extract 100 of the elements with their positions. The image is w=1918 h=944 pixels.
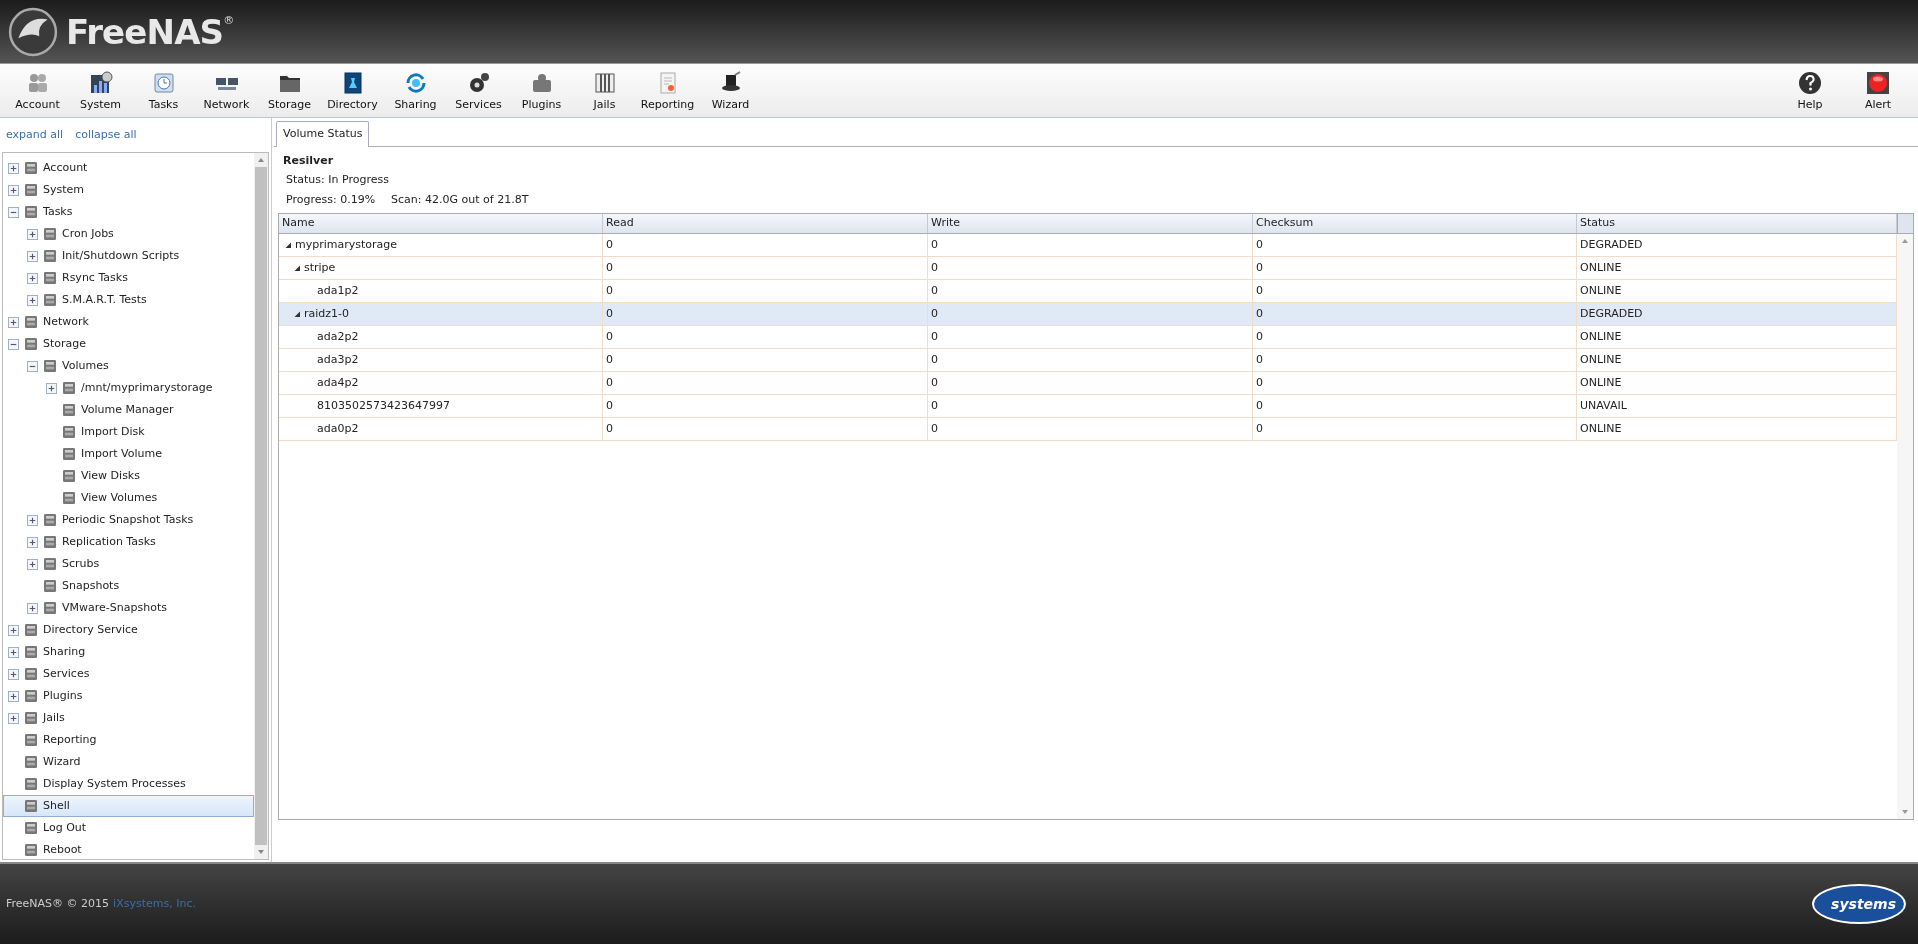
toolbar-button[interactable]: Network [195, 70, 258, 113]
tile-icon [42, 292, 58, 308]
tree-item[interactable]: Periodic Snapshot Tasks [3, 509, 254, 531]
toolbar-button[interactable]: Plugins [510, 70, 573, 113]
tree-item[interactable]: Services [3, 663, 254, 685]
triangle-down-icon [294, 311, 300, 317]
toolbar-button[interactable]: Directory [321, 70, 384, 113]
toolbar-button[interactable]: Sharing [384, 70, 447, 113]
toolbar-button[interactable]: Account [6, 70, 69, 113]
tree-item[interactable]: Import Volume [3, 443, 254, 465]
scrollbar[interactable] [254, 153, 268, 859]
tree-item[interactable]: Snapshots [3, 575, 254, 597]
column-header[interactable]: Read [603, 214, 928, 233]
tree-item[interactable]: Reporting [3, 729, 254, 751]
table-cell: 0 [928, 418, 1253, 440]
tile-icon [23, 336, 39, 352]
tree-item[interactable]: View Disks [3, 465, 254, 487]
tile-icon [42, 534, 58, 550]
section-title: Resilver [283, 153, 335, 169]
tree-item[interactable]: Storage [3, 333, 254, 355]
tree-item[interactable]: Shell [3, 795, 254, 817]
column-header[interactable]: Name [279, 214, 603, 233]
tree-link[interactable]: expand all [6, 126, 64, 144]
toolbar-button[interactable]: Jails [573, 70, 636, 113]
table-cell: 0 [928, 372, 1253, 394]
tree-item[interactable]: Scrubs [3, 553, 254, 575]
table-cell: 0 [928, 280, 1253, 302]
tile-icon [42, 248, 58, 264]
triangle-down-icon [285, 242, 291, 248]
expand-icon [27, 228, 38, 240]
tile-icon [42, 578, 58, 594]
toolbar-button[interactable]: Help [1776, 70, 1844, 113]
tree-item[interactable]: Sharing [3, 641, 254, 663]
tab[interactable]: Volume Status [276, 121, 370, 147]
table-row[interactable]: ada2p2 0 0 0 ONLINE [279, 326, 1897, 349]
tree-item[interactable]: Wizard [3, 751, 254, 773]
tree-item[interactable]: Jails [3, 707, 254, 729]
tree-item[interactable]: Replication Tasks [3, 531, 254, 553]
table-cell: 0 [928, 234, 1253, 256]
tree-item[interactable]: Rsync Tasks [3, 267, 254, 289]
tree-item[interactable]: Display System Processes [3, 773, 254, 795]
tree-item[interactable]: Init/Shutdown Scripts [3, 245, 254, 267]
tree-item[interactable]: Volumes [3, 355, 254, 377]
tile-icon [23, 710, 39, 726]
table-cell: 0 [603, 280, 928, 302]
table-cell: 0 [928, 257, 1253, 279]
table-cell: 0 [603, 349, 928, 371]
tree-item[interactable]: System [3, 179, 254, 201]
expand-icon [8, 690, 19, 702]
table-row[interactable]: 8103502573423647997 0 0 0 UNAVAIL [279, 395, 1897, 418]
tree-item[interactable]: VMware-Snapshots [3, 597, 254, 619]
tree-item[interactable]: Tasks [3, 201, 254, 223]
column-header[interactable]: Write [928, 214, 1253, 233]
table-row[interactable]: raidz1-0 0 0 0 DEGRADED [279, 303, 1897, 326]
expand-icon [27, 558, 38, 570]
tree-item[interactable]: Cron Jobs [3, 223, 254, 245]
tree-item[interactable]: View Volumes [3, 487, 254, 509]
tile-icon [61, 446, 77, 462]
tree-item[interactable]: Plugins [3, 685, 254, 707]
scroll-thumb[interactable] [255, 167, 267, 845]
tree-item[interactable]: S.M.A.R.T. Tests [3, 289, 254, 311]
toolbar-button[interactable]: Storage [258, 70, 321, 113]
tree-item[interactable]: Network [3, 311, 254, 333]
toolbar-button[interactable]: System [69, 70, 132, 113]
table-cell: 0 [603, 326, 928, 348]
table-row[interactable]: myprimarystorage 0 0 0 DEGRADED [279, 234, 1897, 257]
table-cell: 0 [928, 395, 1253, 417]
tile-icon [23, 820, 39, 836]
tree-item[interactable]: Account [3, 157, 254, 179]
tile-icon [23, 182, 39, 198]
table-cell: 0 [1253, 257, 1577, 279]
volume-name: 8103502573423647997 [317, 397, 450, 414]
table-cell: 0 [1253, 395, 1577, 417]
table-row[interactable]: ada4p2 0 0 0 ONLINE [279, 372, 1897, 395]
column-header[interactable]: Checksum [1253, 214, 1577, 233]
table-cell: 0 [1253, 372, 1577, 394]
table-cell: 0 [603, 234, 928, 256]
table-row[interactable]: stripe 0 0 0 ONLINE [279, 257, 1897, 280]
toolbar-button[interactable]: Services [447, 70, 510, 113]
scrollbar[interactable] [1897, 234, 1913, 819]
toolbar-button[interactable]: Wizard [699, 70, 762, 113]
collapse-icon [27, 360, 38, 372]
toolbar-button[interactable]: Reporting [636, 70, 699, 113]
tree-item[interactable]: Log Out [3, 817, 254, 839]
tree-item[interactable]: Reboot [3, 839, 254, 859]
tree-item[interactable]: Volume Manager [3, 399, 254, 421]
tree-item[interactable]: Import Disk [3, 421, 254, 443]
table-row[interactable]: ada3p2 0 0 0 ONLINE [279, 349, 1897, 372]
table-row[interactable]: ada0p2 0 0 0 ONLINE [279, 418, 1897, 441]
alert-light-icon [1866, 70, 1890, 95]
tree-item[interactable]: /mnt/myprimarystorage [3, 377, 254, 399]
toolbar-button[interactable]: Alert [1844, 70, 1912, 113]
tree-item[interactable]: Directory Service [3, 619, 254, 641]
table-cell: 0 [928, 303, 1253, 325]
tile-icon [23, 666, 39, 682]
tile-icon [61, 402, 77, 418]
toolbar-button[interactable]: Tasks [132, 70, 195, 113]
tree-link[interactable]: collapse all [75, 126, 137, 144]
table-row[interactable]: ada1p2 0 0 0 ONLINE [279, 280, 1897, 303]
shark-logo-icon [8, 6, 58, 57]
